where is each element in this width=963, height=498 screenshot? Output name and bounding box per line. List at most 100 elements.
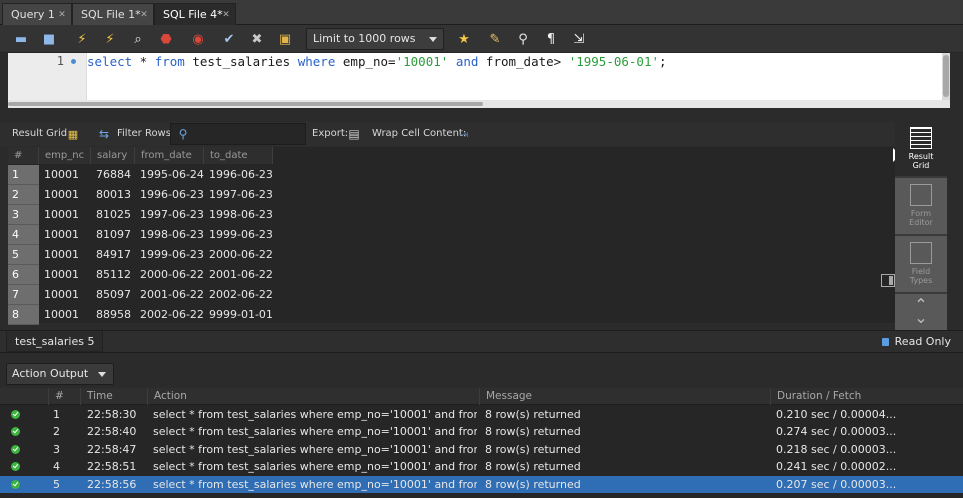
row-number[interactable]: 8 bbox=[8, 305, 39, 325]
grid-cell[interactable]: 1997-06-23 bbox=[204, 185, 273, 205]
grid-icon[interactable]: ▦ bbox=[64, 125, 82, 143]
table-row[interactable]: 7 10001 85097 2001-06-22 2002-06-22 bbox=[8, 285, 273, 305]
grid-cell[interactable]: 85112 bbox=[91, 265, 135, 285]
toggle-panel-icon[interactable] bbox=[881, 274, 895, 287]
grid-cell[interactable]: 80013 bbox=[91, 185, 135, 205]
grid-cell[interactable]: 10001 bbox=[39, 265, 91, 285]
grid-cell[interactable]: 1997-06-23 bbox=[135, 205, 204, 225]
editor-horizontal-scrollbar[interactable] bbox=[8, 100, 950, 108]
more-views-button[interactable]: ⌃ ⌄ bbox=[895, 294, 947, 330]
save-icon[interactable]: ■ bbox=[40, 30, 58, 48]
rollback-icon[interactable]: ✖ bbox=[248, 30, 266, 48]
grid-cell[interactable]: 10001 bbox=[39, 205, 91, 225]
column-header-number[interactable]: # bbox=[48, 388, 80, 405]
commit-icon[interactable]: ✔ bbox=[220, 30, 238, 48]
grid-cell[interactable]: 84917 bbox=[91, 245, 135, 265]
explain-icon[interactable]: ⌕ bbox=[129, 30, 147, 48]
list-item[interactable]: 2 22:58:40 select * from test_salaries whe… bbox=[0, 423, 963, 440]
grid-cell[interactable]: 1998-06-23 bbox=[135, 225, 204, 245]
grid-cell[interactable]: 1998-06-23 bbox=[204, 205, 273, 225]
grid-cell[interactable]: 10001 bbox=[39, 185, 91, 205]
editor-vertical-scrollbar[interactable] bbox=[942, 53, 950, 100]
autocommit-icon[interactable]: ▣ bbox=[276, 30, 294, 48]
refresh-arrows-icon[interactable]: ⇆ bbox=[95, 125, 113, 143]
sql-code-line[interactable]: select * from test_salaries where emp_no… bbox=[87, 54, 667, 69]
field-types-view-button[interactable]: Field Types bbox=[895, 236, 947, 292]
grid-cell[interactable]: 2000-06-22 bbox=[204, 245, 273, 265]
sql-editor[interactable]: 1 select * from test_salaries where emp_… bbox=[8, 53, 950, 100]
grid-cell[interactable]: 1995-06-24 bbox=[135, 165, 204, 185]
wrap-icon[interactable]: ⇲ bbox=[570, 30, 588, 48]
table-row[interactable]: 8 10001 88958 2002-06-22 9999-01-01 bbox=[8, 305, 273, 325]
invisible-chars-icon[interactable]: ¶ bbox=[542, 30, 560, 48]
column-header-emp-no[interactable]: emp_nc bbox=[39, 147, 91, 164]
limit-rows-select[interactable]: Limit to 1000 rows bbox=[306, 28, 444, 50]
grid-cell[interactable]: 1999-06-23 bbox=[135, 245, 204, 265]
grid-cell[interactable]: 1996-06-23 bbox=[135, 185, 204, 205]
grid-cell[interactable]: 10001 bbox=[39, 305, 91, 325]
tab-sql-file-1[interactable]: SQL File 1* ✕ bbox=[72, 3, 154, 25]
grid-cell[interactable]: 10001 bbox=[39, 285, 91, 305]
list-item[interactable]: 3 22:58:47 select * from test_salaries whe… bbox=[0, 441, 963, 458]
grid-cell[interactable]: 1996-06-23 bbox=[204, 165, 273, 185]
column-header-salary[interactable]: salary bbox=[91, 147, 135, 164]
grid-cell[interactable]: 2001-06-22 bbox=[135, 285, 204, 305]
grid-cell[interactable]: 10001 bbox=[39, 225, 91, 245]
column-header-rownum[interactable]: # bbox=[8, 147, 39, 164]
tab-query-1[interactable]: Query 1 ✕ bbox=[2, 3, 72, 25]
grid-cell[interactable]: 2000-06-22 bbox=[135, 265, 204, 285]
grid-cell[interactable]: 76884 bbox=[91, 165, 135, 185]
grid-cell[interactable]: 2002-06-22 bbox=[135, 305, 204, 325]
column-header-from-date[interactable]: from_date bbox=[135, 147, 204, 164]
filter-rows-input[interactable]: ⚲ bbox=[170, 123, 306, 145]
row-number[interactable]: 7 bbox=[8, 285, 39, 305]
execute-current-lightning-icon[interactable]: ⚡ bbox=[101, 30, 119, 48]
close-icon[interactable]: ✕ bbox=[221, 4, 231, 25]
table-row[interactable]: 3 10001 81025 1997-06-23 1998-06-23 bbox=[8, 205, 273, 225]
table-row[interactable]: 4 10001 81097 1998-06-23 1999-06-23 bbox=[8, 225, 273, 245]
row-number[interactable]: 5 bbox=[8, 245, 39, 265]
column-header-to-date[interactable]: to_date bbox=[204, 147, 273, 164]
list-item[interactable]: 1 22:58:30 select * from test_salaries whe… bbox=[0, 406, 963, 423]
close-icon[interactable]: ✕ bbox=[139, 4, 149, 25]
grid-cell[interactable]: 10001 bbox=[39, 165, 91, 185]
form-editor-view-button[interactable]: Form Editor bbox=[895, 178, 947, 234]
stop-icon[interactable]: ⬣ bbox=[157, 30, 175, 48]
execute-lightning-icon[interactable]: ⚡ bbox=[73, 30, 91, 48]
row-number[interactable]: 1 bbox=[8, 165, 39, 185]
wrap-cell-icon[interactable]: ⇥ bbox=[455, 125, 473, 143]
column-header-duration[interactable]: Duration / Fetch bbox=[770, 388, 963, 405]
grid-cell[interactable]: 1999-06-23 bbox=[204, 225, 273, 245]
column-header-time[interactable]: Time bbox=[80, 388, 147, 405]
table-row[interactable]: 2 10001 80013 1996-06-23 1997-06-23 bbox=[8, 185, 273, 205]
open-folder-icon[interactable]: ▬ bbox=[12, 30, 30, 48]
list-item[interactable]: 5 22:58:56 select * from test_salaries whe… bbox=[0, 475, 963, 493]
result-tab-test-salaries-5[interactable]: test_salaries 5 bbox=[6, 331, 104, 352]
error-toggle-icon[interactable]: ◉ bbox=[189, 30, 207, 48]
grid-cell[interactable]: 2001-06-22 bbox=[204, 265, 273, 285]
table-row[interactable]: 5 10001 84917 1999-06-23 2000-06-22 bbox=[8, 245, 273, 265]
list-item[interactable]: 4 22:58:51 select * from test_salaries whe… bbox=[0, 458, 963, 475]
output-type-select[interactable]: Action Output bbox=[6, 363, 114, 385]
row-number[interactable]: 6 bbox=[8, 265, 39, 285]
table-row[interactable]: 1 10001 76884 1995-06-24 1996-06-23 bbox=[8, 165, 273, 185]
column-header-action[interactable]: Action bbox=[147, 388, 479, 405]
search-icon[interactable]: ⚲ bbox=[514, 30, 532, 48]
grid-cell[interactable]: 81025 bbox=[91, 205, 135, 225]
bookmark-star-icon[interactable]: ★ bbox=[455, 30, 473, 48]
result-grid-view-button[interactable]: Result Grid bbox=[895, 122, 947, 176]
row-number[interactable]: 3 bbox=[8, 205, 39, 225]
row-number[interactable]: 2 bbox=[8, 185, 39, 205]
grid-cell[interactable]: 9999-01-01 bbox=[204, 305, 273, 325]
grid-cell[interactable]: 88958 bbox=[91, 305, 135, 325]
row-number[interactable]: 4 bbox=[8, 225, 39, 245]
grid-cell[interactable]: 85097 bbox=[91, 285, 135, 305]
export-icon[interactable]: ▤ bbox=[345, 125, 363, 143]
table-row[interactable]: 6 10001 85112 2000-06-22 2001-06-22 bbox=[8, 265, 273, 285]
grid-cell[interactable]: 81097 bbox=[91, 225, 135, 245]
close-icon[interactable]: ✕ bbox=[57, 4, 67, 25]
column-header-message[interactable]: Message bbox=[479, 388, 770, 405]
beautify-brush-icon[interactable]: ✎ bbox=[486, 30, 504, 48]
grid-cell[interactable]: 10001 bbox=[39, 245, 91, 265]
grid-cell[interactable]: 2002-06-22 bbox=[204, 285, 273, 305]
